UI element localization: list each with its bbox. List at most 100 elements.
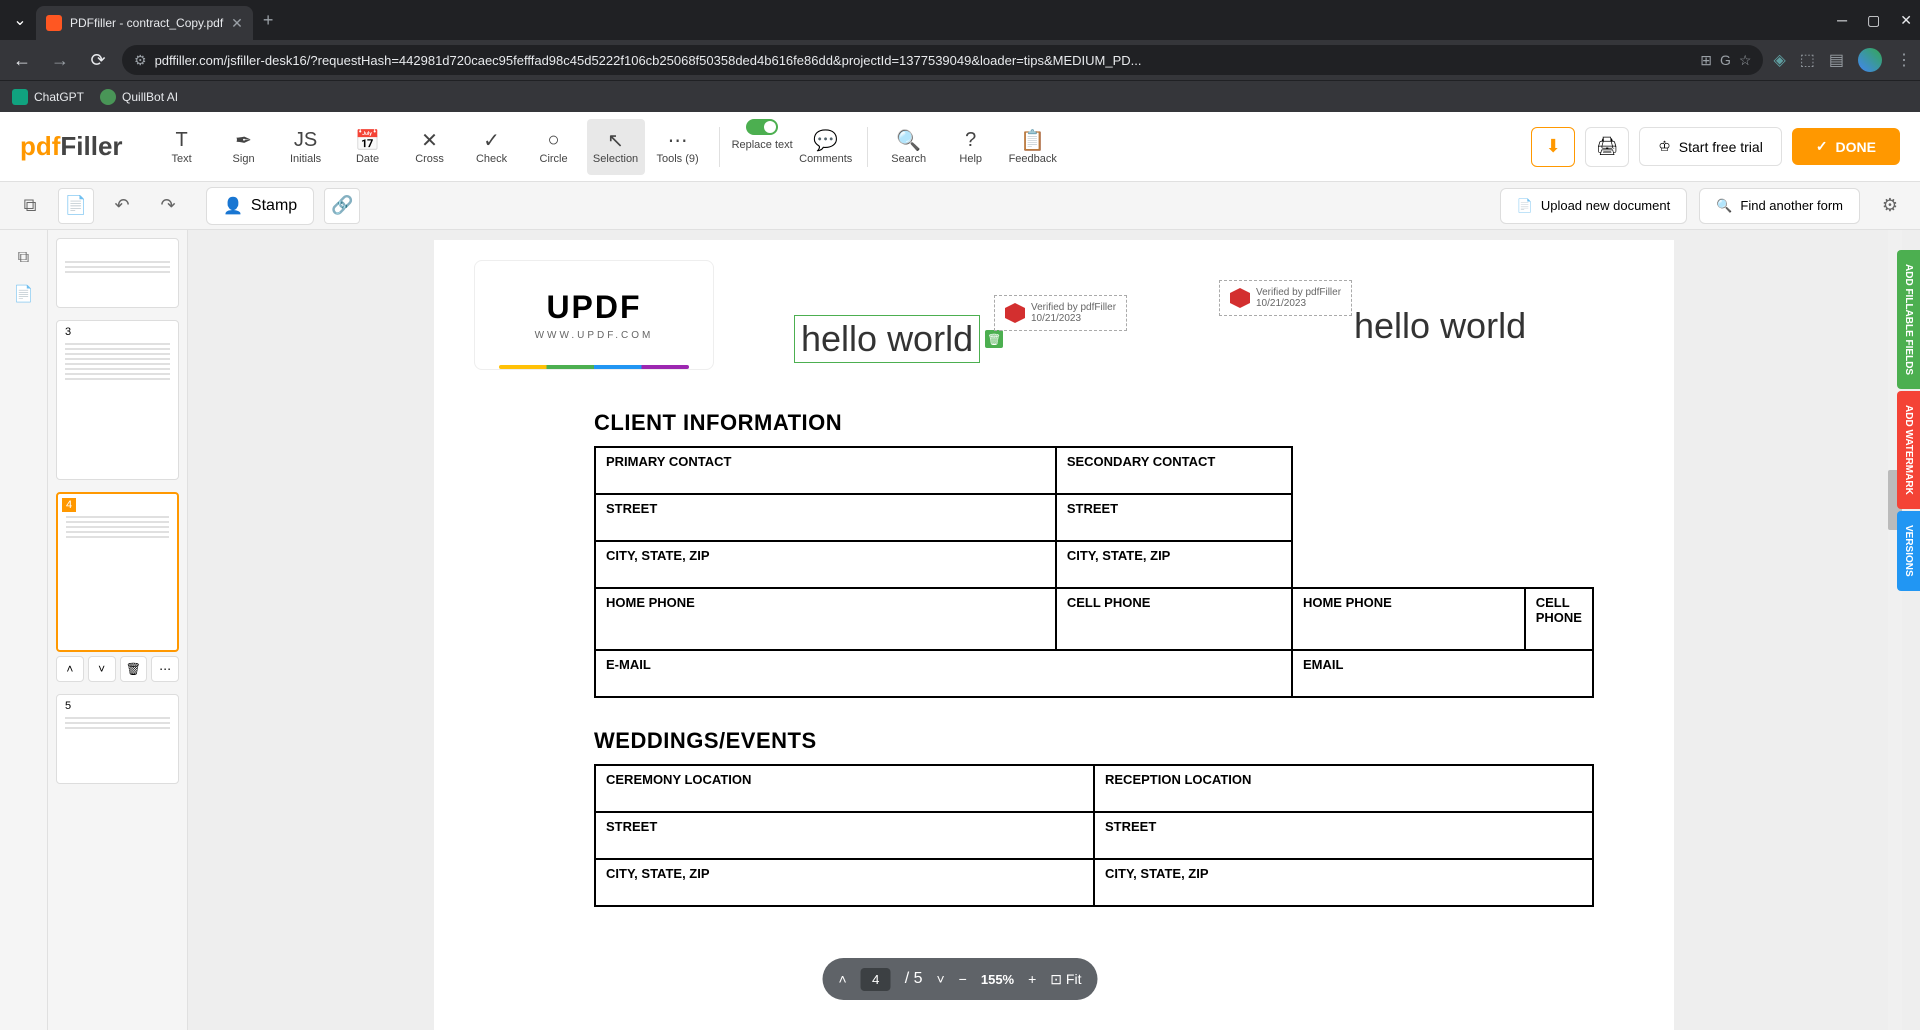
comments-tool[interactable]: 💬Comments (797, 119, 855, 175)
add-watermark-tab[interactable]: ADD WATERMARK (1897, 391, 1920, 509)
cross-tool[interactable]: ✕Cross (401, 119, 459, 175)
menu-icon[interactable]: ⋮ (1896, 50, 1912, 70)
sign-tool[interactable]: ✒Sign (215, 119, 273, 175)
move-up-button[interactable]: ˄ (56, 656, 84, 682)
link-button[interactable]: 🔗 (324, 188, 360, 224)
start-trial-button[interactable]: ♔Start free trial (1639, 127, 1782, 166)
redo-button[interactable]: ↷ (150, 188, 186, 224)
address-bar[interactable]: ⚙ pdffiller.com/jsfiller-desk16/?request… (122, 45, 1763, 75)
stamp-button[interactable]: 👤Stamp (206, 187, 314, 225)
table-cell[interactable]: E-MAIL (595, 650, 1292, 697)
undo-button[interactable]: ↶ (104, 188, 140, 224)
bookmark-quillbot[interactable]: QuillBot AI (100, 89, 178, 105)
install-icon[interactable]: ⊞ (1700, 52, 1712, 69)
zoom-out-button[interactable]: − (959, 971, 967, 987)
maximize-button[interactable]: ▢ (1867, 12, 1880, 29)
page-number-input[interactable] (861, 968, 891, 991)
table-cell[interactable]: STREET (595, 494, 1056, 541)
text-annotation-selected[interactable]: hello world 🗑 (794, 315, 980, 363)
reload-button[interactable]: ⟳ (84, 50, 112, 71)
table-cell[interactable]: STREET (595, 812, 1094, 859)
next-page-button[interactable]: ˅ (936, 971, 944, 987)
date-tool[interactable]: 📅Date (339, 119, 397, 175)
help-icon: ? (965, 129, 976, 153)
selection-tool[interactable]: ↖Selection (587, 119, 645, 175)
document-canvas[interactable]: UPDF WWW.UPDF.COM hello world 🗑 Verified… (188, 230, 1920, 1030)
table-cell[interactable]: CITY, STATE, ZIP (595, 859, 1094, 906)
table-cell[interactable]: RECEPTION LOCATION (1094, 765, 1593, 812)
table-cell[interactable]: SECONDARY CONTACT (1056, 447, 1292, 494)
check-tool[interactable]: ✓Check (463, 119, 521, 175)
find-form-button[interactable]: 🔍Find another form (1699, 188, 1860, 224)
site-info-icon[interactable]: ⚙ (134, 52, 147, 69)
more-page-actions[interactable]: ⋯ (151, 656, 179, 682)
verify-badge-1[interactable]: Verified by pdfFiller10/21/2023 (994, 295, 1127, 331)
table-cell[interactable]: CITY, STATE, ZIP (595, 541, 1056, 588)
back-button[interactable]: ← (8, 50, 36, 71)
help-tool[interactable]: ?Help (942, 119, 1000, 175)
extensions-icon[interactable]: ⬚ (1800, 50, 1815, 70)
search-icon: 🔍 (896, 129, 921, 153)
thumbnail-page-4[interactable]: 4 (56, 492, 179, 652)
new-tab-button[interactable]: + (263, 10, 274, 31)
app-logo[interactable]: pdfFiller (20, 131, 123, 162)
sidepanel-icon[interactable]: ▤ (1829, 50, 1844, 70)
verify-badge-2[interactable]: Verified by pdfFiller10/21/2023 (1219, 280, 1352, 316)
versions-tab[interactable]: VERSIONS (1897, 511, 1920, 591)
text-annotation[interactable]: hello world (1354, 305, 1526, 347)
feedback-tool[interactable]: 📋Feedback (1004, 119, 1062, 175)
table-cell[interactable]: STREET (1094, 812, 1593, 859)
done-button[interactable]: ✓DONE (1792, 128, 1900, 165)
move-down-button[interactable]: ˅ (88, 656, 116, 682)
add-page-icon[interactable]: 📄 (8, 278, 40, 310)
pointer-icon: ↖ (607, 129, 624, 153)
pages-panel-button[interactable]: ⧉ (12, 188, 48, 224)
browser-tab[interactable]: PDFfiller - contract_Copy.pdf ✕ (36, 6, 253, 40)
circle-tool[interactable]: ○Circle (525, 119, 583, 175)
table-cell[interactable]: STREET (1056, 494, 1292, 541)
table-cell[interactable]: CEREMONY LOCATION (595, 765, 1094, 812)
replace-text-tool[interactable]: Replace text (732, 119, 793, 175)
delete-annotation-button[interactable]: 🗑 (985, 330, 1003, 348)
tab-search-dropdown[interactable]: ⌄ (8, 8, 32, 32)
print-button[interactable]: 🖨 (1585, 127, 1629, 167)
close-window-button[interactable]: ✕ (1900, 12, 1912, 29)
table-cell[interactable]: CELL PHONE (1056, 588, 1292, 650)
bookmark-chatgpt[interactable]: ChatGPT (12, 89, 84, 105)
prev-page-button[interactable]: ˄ (839, 971, 847, 987)
bookmarks-bar: ChatGPT QuillBot AI (0, 80, 1920, 112)
thumbnail-page-3[interactable]: 3 (56, 320, 179, 480)
tab-close-icon[interactable]: ✕ (231, 15, 243, 32)
delete-page-button[interactable]: 🗑 (120, 656, 148, 682)
document-button[interactable]: 📄 (58, 188, 94, 224)
table-cell[interactable]: HOME PHONE (595, 588, 1056, 650)
minimize-button[interactable]: ─ (1837, 12, 1847, 29)
thumbnail-page-2[interactable] (56, 238, 179, 308)
initials-tool[interactable]: JSInitials (277, 119, 335, 175)
forward-button[interactable]: → (46, 50, 74, 71)
text-tool[interactable]: TText (153, 119, 211, 175)
settings-button[interactable]: ⚙ (1872, 188, 1908, 224)
table-cell[interactable]: CITY, STATE, ZIP (1056, 541, 1292, 588)
google-icon[interactable]: G (1720, 52, 1731, 68)
add-fillable-fields-tab[interactable]: ADD FILLABLE FIELDS (1897, 250, 1920, 389)
pages-icon[interactable]: ⧉ (8, 242, 40, 274)
browser-nav-bar: ← → ⟳ ⚙ pdffiller.com/jsfiller-desk16/?r… (0, 40, 1920, 80)
download-button[interactable]: ⬇ (1531, 127, 1575, 167)
updf-url: WWW.UPDF.COM (535, 330, 654, 341)
more-tools[interactable]: ⋯Tools (9) (649, 119, 707, 175)
table-cell[interactable]: EMAIL (1292, 650, 1593, 697)
table-cell[interactable]: HOME PHONE (1292, 588, 1525, 650)
table-cell[interactable]: CELL PHONE (1525, 588, 1593, 650)
table-cell[interactable]: PRIMARY CONTACT (595, 447, 1056, 494)
zoom-in-button[interactable]: + (1028, 971, 1036, 987)
fit-button[interactable]: ⊡ Fit (1050, 971, 1081, 988)
thumbnail-page-5[interactable]: 5 (56, 694, 179, 784)
upload-document-button[interactable]: 📄Upload new document (1500, 188, 1688, 224)
shield-icon[interactable]: ◈ (1773, 50, 1785, 70)
table-cell[interactable]: CITY, STATE, ZIP (1094, 859, 1593, 906)
download-icon: ⬇ (1546, 136, 1561, 157)
profile-avatar[interactable] (1858, 48, 1882, 72)
search-tool[interactable]: 🔍Search (880, 119, 938, 175)
bookmark-star-icon[interactable]: ☆ (1739, 52, 1752, 69)
